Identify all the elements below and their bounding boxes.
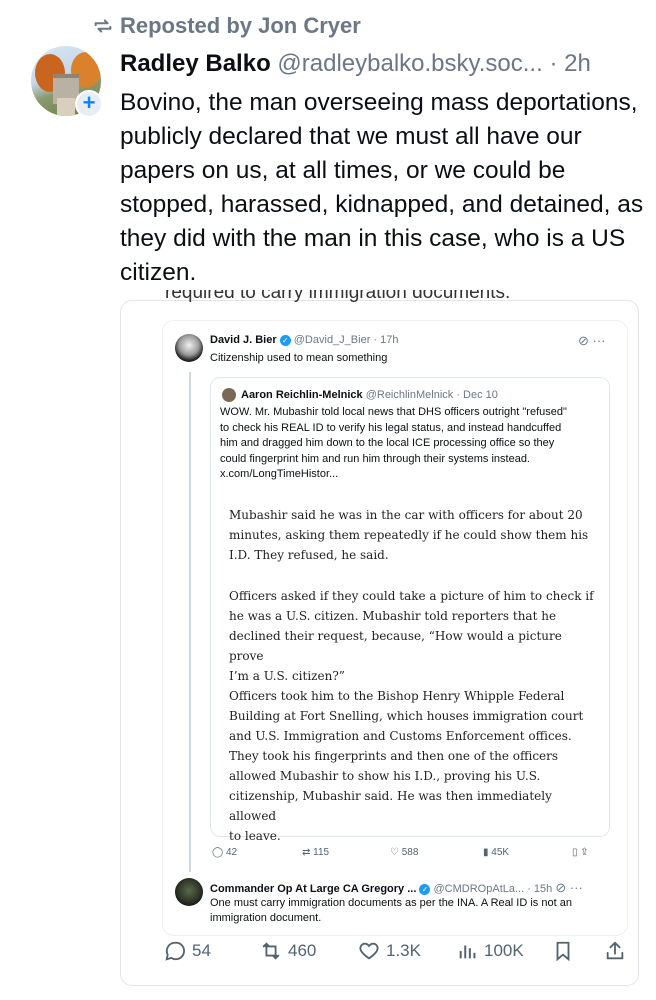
reply-button[interactable]: 54 bbox=[164, 940, 211, 962]
like-count: 1.3K bbox=[386, 941, 421, 960]
reply-count: 54 bbox=[192, 941, 211, 960]
heart-icon bbox=[359, 942, 379, 960]
repost-action-icon bbox=[262, 942, 280, 960]
verified-icon-2: ✓ bbox=[419, 883, 431, 895]
tweet2-handle: @CMDROpAtLa... · 15h bbox=[433, 883, 553, 895]
bier-avatar bbox=[175, 334, 203, 362]
tweet1-header: David J. Bier ✓ @David_J_Bier · 17h bbox=[210, 334, 398, 346]
article-paragraph-3: Officers took him to the Bishop Henry Wh… bbox=[229, 689, 584, 843]
tweet1-actions: ◯ 42 ⇄ 115 ♡ 588 ▮ 45K ▯ ⇪ bbox=[208, 845, 618, 863]
bookmark-icon bbox=[556, 941, 570, 962]
tweet1-handle: @David_J_Bier · 17h bbox=[293, 334, 399, 346]
quote-text: WOW. Mr. Mubashir told local news that D… bbox=[220, 406, 567, 480]
thread-line bbox=[189, 372, 191, 872]
mini-bookmark-share: ▯ ⇪ bbox=[572, 847, 589, 858]
tweet2-line2: immigration document. bbox=[210, 912, 322, 924]
article-paragraph-1: Mubashir said he was in the car with off… bbox=[229, 508, 589, 562]
quote-handle: @ReichlinMelnick · Dec 10 bbox=[365, 389, 498, 401]
tweet2-header: Commander Op At Large CA Gregory ... ✓ @… bbox=[210, 880, 583, 895]
views-button[interactable]: 100K bbox=[456, 940, 524, 962]
quote-name: Aaron Reichlin-Melnick bbox=[241, 389, 363, 401]
repost-count: 460 bbox=[288, 941, 317, 960]
post-time[interactable]: · 2h bbox=[549, 50, 590, 77]
share-button[interactable] bbox=[604, 940, 626, 962]
like-button[interactable]: 1.3K bbox=[358, 940, 421, 962]
quote-header: Aaron Reichlin-Melnick @ReichlinMelnick … bbox=[241, 389, 498, 401]
tweet1-text: Citizenship used to mean something bbox=[210, 352, 388, 364]
reply-icon bbox=[165, 941, 185, 961]
post-actions: 54 460 1.3K 100K bbox=[120, 936, 639, 968]
views-count: 100K bbox=[484, 941, 524, 960]
tweet2-line1: One must carry immigration documents as … bbox=[210, 897, 572, 909]
follow-plus-icon[interactable]: + bbox=[75, 90, 103, 118]
author-handle[interactable]: @radleybalko.bsky.soc... bbox=[277, 50, 542, 77]
verified-icon: ✓ bbox=[279, 334, 291, 346]
post-header: Radley Balko @radleybalko.bsky.soc... · … bbox=[120, 50, 591, 78]
gregory-avatar bbox=[175, 878, 203, 906]
repost-indicator[interactable]: Reposted by Jon Cryer bbox=[92, 13, 361, 39]
tweet1-name: David J. Bier bbox=[210, 334, 277, 346]
bookmark-button[interactable] bbox=[552, 940, 574, 962]
mini-repost: ⇄ 115 bbox=[302, 847, 330, 858]
share-icon bbox=[606, 941, 624, 960]
cropped-text: required to carry immigration documents. bbox=[165, 290, 511, 303]
grok-icon: ⊘ ··· bbox=[578, 333, 606, 348]
repost-button[interactable]: 460 bbox=[260, 940, 316, 962]
repost-label: Reposted by Jon Cryer bbox=[120, 13, 361, 38]
mini-reply: ◯ 42 bbox=[212, 847, 238, 858]
tweet2-name: Commander Op At Large CA Gregory ... bbox=[210, 883, 417, 895]
mini-like: ♡ 588 bbox=[390, 847, 419, 858]
author-name[interactable]: Radley Balko bbox=[120, 50, 271, 77]
views-icon bbox=[459, 945, 476, 959]
post-text: Bovino, the man overseeing mass deportat… bbox=[120, 89, 644, 286]
mini-views: ▮ 45K bbox=[483, 847, 510, 858]
repost-icon bbox=[94, 19, 112, 33]
reichlin-avatar bbox=[222, 388, 236, 402]
article-paragraph-2: Officers asked if they could take a pict… bbox=[229, 589, 594, 683]
